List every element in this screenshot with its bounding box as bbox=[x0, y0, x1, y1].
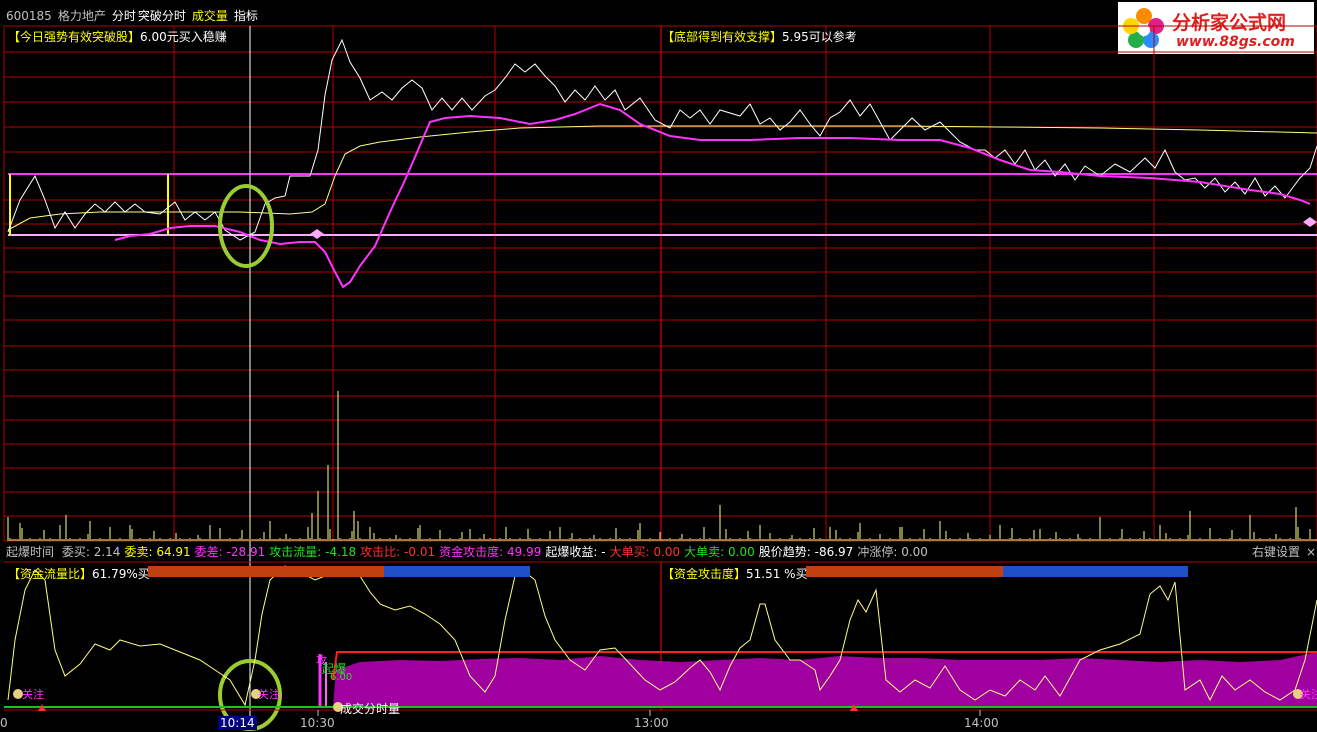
stat-value: 0.00 bbox=[901, 545, 928, 559]
attack-label: 【资金攻击度】 bbox=[662, 567, 747, 581]
follow-label-left: 关注 bbox=[22, 688, 44, 701]
stat-value: 64.91 bbox=[156, 545, 191, 559]
highlight-circle-upper bbox=[218, 184, 274, 268]
capital-flow-bar-buy bbox=[148, 566, 385, 577]
attack-bar-sell bbox=[1002, 566, 1188, 577]
right-settings-button[interactable]: 右键设置 bbox=[1252, 545, 1300, 559]
stat-item: 股价趋势: -86.97 bbox=[759, 545, 854, 559]
signal-right: 【底部得到有效支撑】5.95可以参考 bbox=[662, 28, 857, 45]
stat-label: 委差: bbox=[194, 545, 223, 559]
time-tick-1030: 10:30 bbox=[300, 716, 335, 730]
time-tick-cursor: 10:14 bbox=[218, 716, 257, 730]
stat-label: 股价趋势: bbox=[758, 545, 811, 559]
stat-label: 起爆时间 bbox=[6, 545, 55, 559]
stat-item: 起爆收益: - bbox=[545, 545, 605, 559]
stat-label: 起爆收益: bbox=[545, 545, 598, 559]
trend-line bbox=[114, 102, 1311, 289]
capital-flow-area bbox=[333, 652, 1317, 707]
follow-label-right: 关注 bbox=[1300, 688, 1317, 701]
time-tick-1300: 13:00 bbox=[634, 716, 669, 730]
capital-flow-title: 【资金流量比】61.79%买 bbox=[8, 565, 150, 582]
stat-item: 资金攻击度: 49.99 bbox=[439, 545, 541, 559]
signal-right-title: 【底部得到有效支撑】 bbox=[662, 30, 783, 44]
diamond-marker-right bbox=[1303, 217, 1317, 227]
volume-bars bbox=[7, 391, 1317, 541]
stat-item: 攻击流量: -4.18 bbox=[269, 545, 356, 559]
attack-value: 51.51 %买 bbox=[746, 567, 808, 581]
stat-item: 大单买: 0.00 bbox=[610, 545, 681, 559]
attack-bar bbox=[806, 566, 1188, 577]
stat-value: -28.91 bbox=[226, 545, 266, 559]
stat-label: 大单买: bbox=[609, 545, 650, 559]
volume-time-label: 成交分时量 bbox=[340, 702, 401, 716]
stat-item: 冲涨停: 0.00 bbox=[857, 545, 928, 559]
stat-value: - bbox=[601, 545, 606, 559]
capital-flow-label: 【资金流量比】 bbox=[8, 567, 93, 581]
time-tick-1400: 14:00 bbox=[964, 716, 999, 730]
stat-item: 攻击比: -0.01 bbox=[360, 545, 435, 559]
stat-label: 委卖: bbox=[124, 545, 153, 559]
capital-flow-bar bbox=[148, 566, 530, 577]
stat-item: 委卖: 64.91 bbox=[124, 545, 190, 559]
stats-row: 起爆时间 委买: 2.14 委卖: 64.91 委差: -28.91 攻击流量: -4… bbox=[6, 545, 932, 559]
stat-value: 0.00 bbox=[728, 545, 755, 559]
price-line bbox=[7, 38, 1317, 241]
chart-canvas[interactable] bbox=[0, 0, 1317, 732]
attack-bar-buy bbox=[806, 566, 1003, 577]
stat-label: 冲涨停: bbox=[857, 545, 898, 559]
diamond-marker-left bbox=[310, 229, 324, 239]
signal-left-title: 【今日强势有效突破股】 bbox=[8, 30, 141, 44]
stat-value: -86.97 bbox=[814, 545, 854, 559]
stat-label: 攻击比: bbox=[360, 545, 401, 559]
average-price-line bbox=[7, 125, 1317, 231]
capital-flow-value: 61.79%买 bbox=[92, 567, 150, 581]
stat-value: 0.00 bbox=[653, 545, 681, 559]
stat-item: 委买: 2.14 bbox=[62, 545, 121, 559]
signal-left-text: 6.00元买入稳赚 bbox=[140, 30, 227, 44]
signal-right-text: 5.95可以参考 bbox=[782, 30, 857, 44]
follow-label-mid: 关注 bbox=[258, 688, 280, 701]
stat-label: 大单卖: bbox=[684, 545, 725, 559]
signal-left: 【今日强势有效突破股】6.00元买入稳赚 bbox=[8, 28, 227, 45]
stat-value: -0.01 bbox=[404, 545, 436, 559]
stat-label: 委买: bbox=[61, 545, 90, 559]
burst-value: 6.00 bbox=[330, 672, 353, 683]
time-tick-start: 0 bbox=[0, 716, 8, 730]
stat-item: 起爆时间 bbox=[6, 545, 58, 559]
attack-title: 【资金攻击度】51.51 %买 bbox=[662, 565, 808, 582]
stat-item: 大单卖: 0.00 bbox=[684, 545, 755, 559]
stat-label: 资金攻击度: bbox=[439, 545, 504, 559]
capital-flow-bar-sell bbox=[384, 566, 530, 577]
stat-label: 攻击流量: bbox=[269, 545, 322, 559]
stat-value: 49.99 bbox=[506, 545, 542, 559]
close-button[interactable]: × bbox=[1306, 545, 1316, 559]
stat-value: -4.18 bbox=[325, 545, 357, 559]
stat-value: 2.14 bbox=[93, 545, 121, 559]
stat-item: 委差: -28.91 bbox=[195, 545, 266, 559]
